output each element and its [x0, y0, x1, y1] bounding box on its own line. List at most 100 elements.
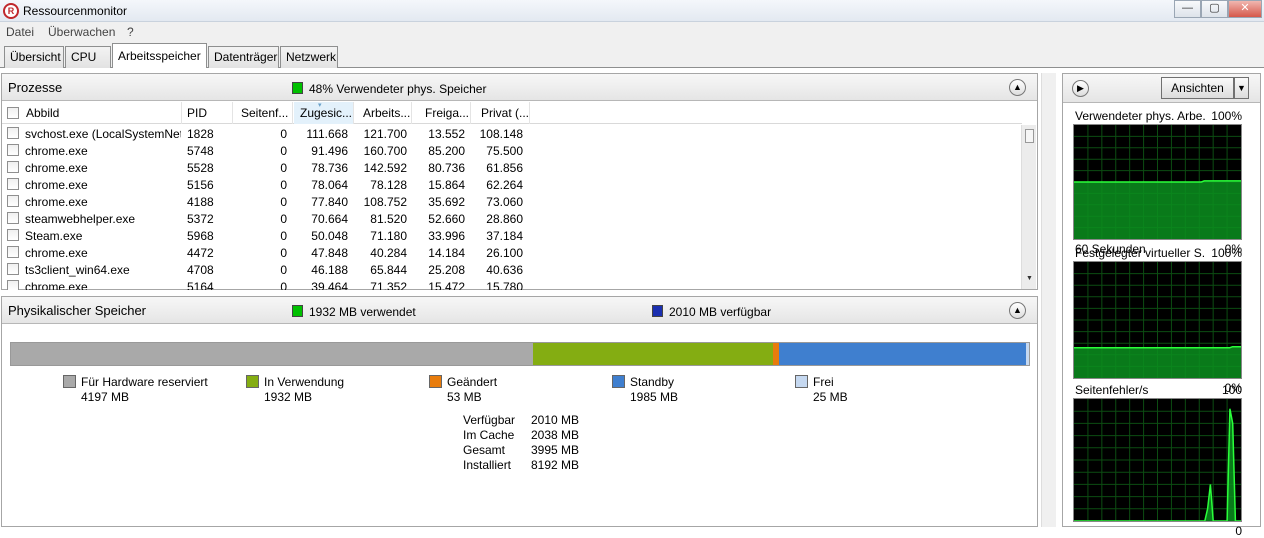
physical-memory-header[interactable]: Physikalischer Speicher 1932 MB verwende…	[2, 297, 1037, 324]
column-zugesichert-label: Zugesic...	[300, 106, 353, 120]
table-row[interactable]: chrome.exe 4472 0 47.848 40.284 14.184 26.100	[2, 244, 1022, 261]
close-button[interactable]: ✕	[1228, 0, 1262, 18]
graph-bottom-right-label: 0	[1235, 524, 1242, 538]
processes-header[interactable]: Prozesse 48% Verwendeter phys. Speicher …	[2, 74, 1037, 101]
tab-cpu[interactable]: CPU	[65, 46, 111, 68]
row-checkbox[interactable]	[7, 246, 19, 258]
stat-label: Im Cache	[463, 428, 515, 442]
table-cell: chrome.exe	[25, 280, 88, 290]
column-abbild[interactable]: Abbild	[23, 102, 182, 124]
graph-area	[1074, 346, 1241, 378]
table-row[interactable]: chrome.exe 5528 0 78.736 142.592 80.736 61.856	[2, 159, 1022, 176]
resmon-icon: R	[3, 3, 19, 19]
row-checkbox[interactable]	[7, 229, 19, 241]
stat-value: 8192 MB	[531, 458, 580, 472]
expand-graphs-icon[interactable]: ▶	[1072, 80, 1089, 97]
used-swatch	[292, 305, 303, 317]
tab-uebersicht[interactable]: Übersicht	[4, 46, 64, 68]
row-checkbox[interactable]	[7, 178, 19, 190]
row-checkbox[interactable]	[7, 161, 19, 173]
tab-datentraeger[interactable]: Datenträger	[208, 46, 279, 68]
column-privat[interactable]: Privat (...	[472, 102, 530, 124]
process-scrollbar[interactable]: ▼	[1021, 125, 1036, 289]
table-cell: 15.780	[486, 280, 523, 290]
table-cell: 0	[280, 127, 287, 141]
table-row[interactable]: ts3client_win64.exe 4708 0 46.188 65.844 25.2…	[2, 261, 1022, 278]
table-row[interactable]: Steam.exe 5968 0 50.048 71.180 33.996 37.184	[2, 227, 1022, 244]
graph-title: Verwendeter phys. Arbe...	[1075, 109, 1205, 123]
menu-datei[interactable]: Datei	[6, 25, 34, 39]
column-zugesichert[interactable]: ▾ Zugesic...	[294, 102, 354, 124]
memory-usage-bar	[10, 342, 1030, 366]
table-cell: chrome.exe	[25, 195, 88, 209]
select-all-checkbox[interactable]	[7, 107, 19, 119]
table-cell: 142.592	[363, 161, 407, 175]
row-checkbox[interactable]	[7, 212, 19, 224]
table-cell: 81.520	[370, 212, 407, 226]
views-button[interactable]: Ansichten	[1161, 77, 1234, 99]
graph-plot	[1073, 261, 1242, 379]
tab-arbeitsspeicher[interactable]: Arbeitsspeicher	[112, 43, 207, 69]
physical-memory-title: Physikalischer Speicher	[8, 303, 147, 318]
table-cell: 0	[280, 280, 287, 290]
row-checkbox[interactable]	[7, 263, 19, 275]
table-row[interactable]: steamwebhelper.exe 5372 0 70.664 81.520 52.66…	[2, 210, 1022, 227]
views-dropdown-icon[interactable]: ▼	[1234, 77, 1249, 99]
legend-label: Für Hardware reserviert	[81, 375, 208, 389]
collapse-icon[interactable]: ▲	[1009, 79, 1026, 96]
graph-max-label: 100%	[1211, 246, 1242, 260]
table-cell: 108.148	[479, 127, 523, 141]
available-label: 2010 MB verfügbar	[669, 305, 772, 319]
graph-plot	[1073, 124, 1242, 240]
table-cell: 14.184	[428, 246, 465, 260]
table-cell: 28.860	[486, 212, 523, 226]
window-title: Ressourcenmonitor	[23, 4, 128, 18]
scrollbar-thumb[interactable]	[1025, 129, 1034, 143]
row-checkbox[interactable]	[7, 195, 19, 207]
legend-swatch	[246, 375, 259, 388]
menu-help[interactable]: ?	[127, 25, 134, 39]
table-row[interactable]: chrome.exe 4188 0 77.840 108.752 35.692 73.060	[2, 193, 1022, 210]
table-cell: 40.284	[370, 246, 407, 260]
menu-ueberwachen[interactable]: Überwachen	[48, 25, 115, 39]
graph-area	[1074, 180, 1241, 239]
table-cell: 40.636	[486, 263, 523, 277]
tab-netzwerk[interactable]: Netzwerk	[280, 46, 338, 68]
column-freigabe[interactable]: Freiga...	[413, 102, 471, 124]
table-cell: 160.700	[363, 144, 407, 158]
table-row[interactable]: chrome.exe 5156 0 78.064 78.128 15.864 62.264	[2, 176, 1022, 193]
scroll-down-icon[interactable]: ▼	[1026, 275, 1033, 282]
minimize-button[interactable]: —	[1174, 0, 1201, 18]
graph-plot	[1073, 398, 1242, 522]
stat-value: 3995 MB	[531, 443, 580, 457]
stat-label: Gesamt	[463, 443, 506, 457]
column-seitenfehler[interactable]: Seitenf...	[234, 102, 293, 124]
title-bar: R Ressourcenmonitor — ▢ ✕	[0, 0, 1264, 22]
table-row[interactable]: chrome.exe 5748 0 91.496 160.700 85.200 75.500	[2, 142, 1022, 159]
table-cell: chrome.exe	[25, 178, 88, 192]
legend-value: 1932 MB	[264, 390, 313, 404]
table-cell: 70.664	[311, 212, 348, 226]
main-scrollbar[interactable]	[1041, 73, 1056, 527]
table-cell: 13.552	[428, 127, 465, 141]
table-cell: 0	[280, 195, 287, 209]
graphs-header: ▶ Ansichten ▼	[1063, 74, 1260, 103]
row-checkbox[interactable]	[7, 127, 19, 139]
table-cell: 4472	[187, 246, 214, 260]
table-cell: 0	[280, 212, 287, 226]
column-arbeitssatz[interactable]: Arbeits...	[355, 102, 412, 124]
row-checkbox[interactable]	[7, 144, 19, 156]
used-label: 1932 MB verwendet	[309, 305, 416, 319]
table-cell: 0	[280, 246, 287, 260]
collapse-icon[interactable]: ▲	[1009, 302, 1026, 319]
table-cell: 33.996	[428, 229, 465, 243]
maximize-button[interactable]: ▢	[1201, 0, 1228, 18]
column-pid[interactable]: PID	[183, 102, 233, 124]
table-cell: 121.700	[363, 127, 407, 141]
table-row[interactable]: chrome.exe 5164 0 39.464 71.352 15.472 15.780	[2, 278, 1022, 290]
table-row[interactable]: svchost.exe (LocalSystemNet... 1828 0 111.6…	[2, 125, 1022, 142]
table-cell: 0	[280, 178, 287, 192]
table-cell: steamwebhelper.exe	[25, 212, 136, 226]
table-cell: 65.844	[370, 263, 407, 277]
row-checkbox[interactable]	[7, 280, 19, 290]
